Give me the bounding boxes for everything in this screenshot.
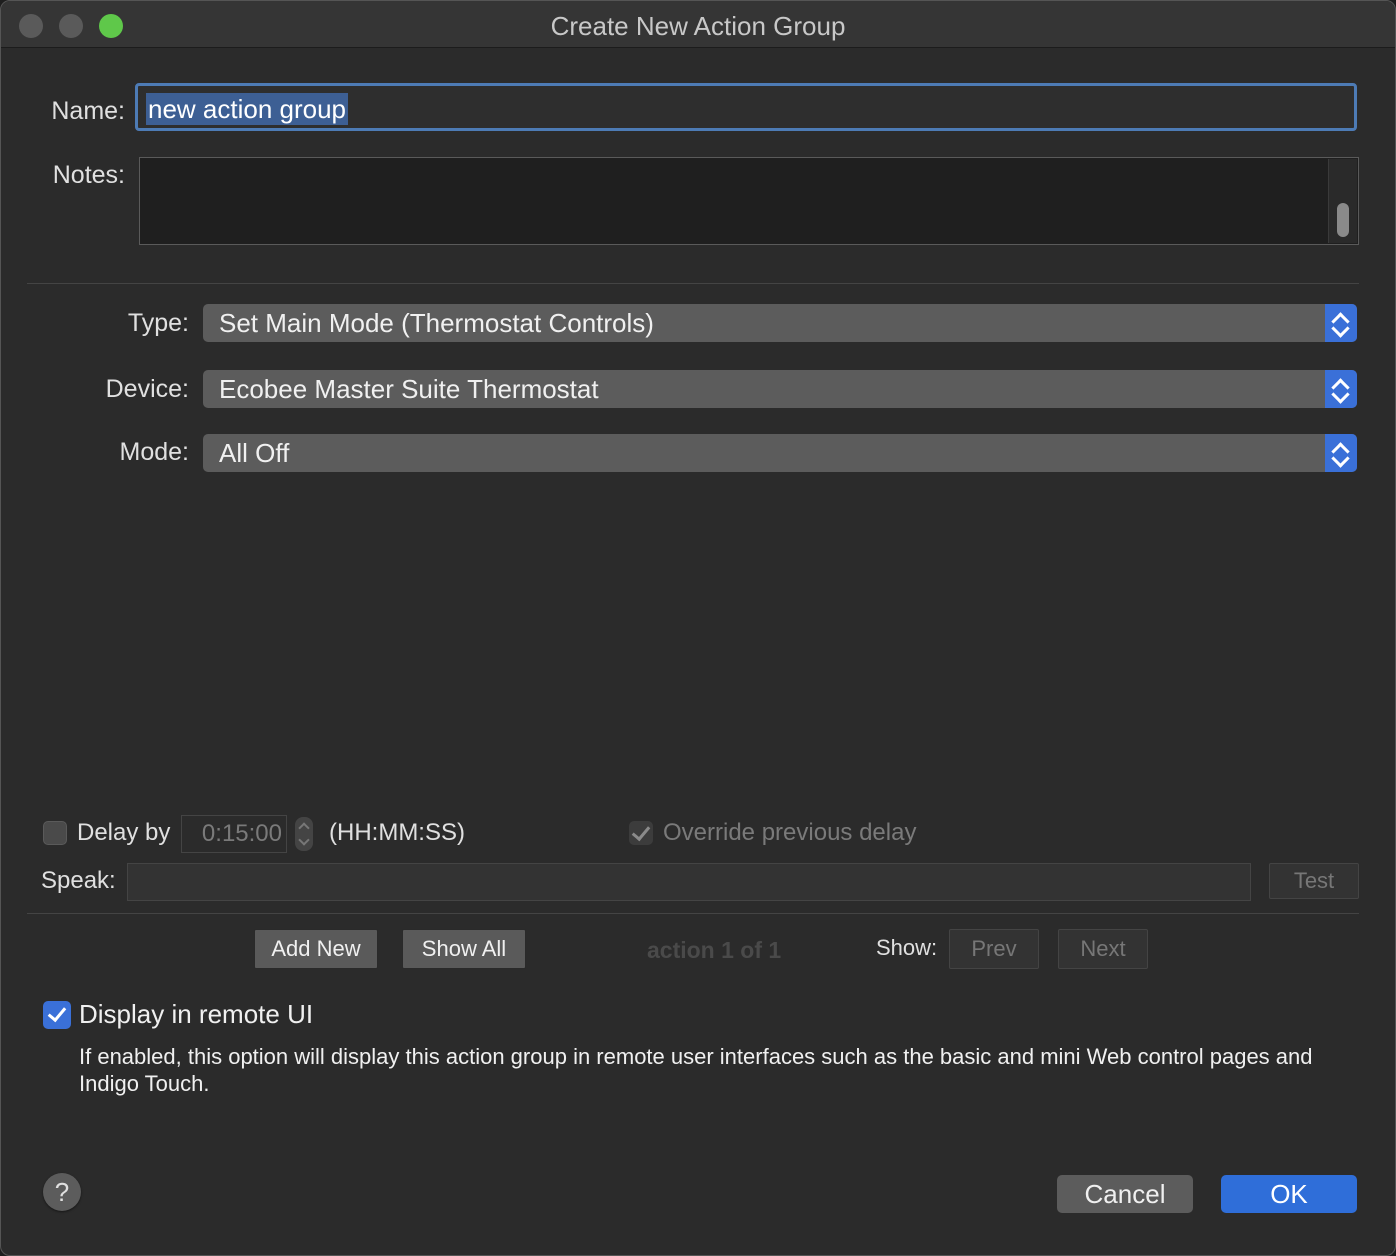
remote-ui-description: If enabled, this option will display thi… (79, 1044, 1313, 1096)
dialog-window: Create New Action Group Name: new action… (0, 0, 1396, 1256)
updown-chevron-icon (1325, 370, 1357, 408)
delay-label: Delay by (77, 819, 171, 846)
speak-label: Speak: (41, 867, 116, 894)
divider (27, 913, 1359, 914)
cancel-button[interactable]: Cancel (1057, 1175, 1193, 1213)
updown-chevron-icon (1325, 434, 1357, 472)
delay-unit-label: (HH:MM:SS) (329, 819, 465, 846)
title-bar: Create New Action Group (1, 1, 1395, 48)
ok-button[interactable]: OK (1221, 1175, 1357, 1213)
mode-select[interactable]: All Off (203, 434, 1357, 472)
name-selected-text: new action group (146, 93, 349, 125)
notes-scrollbar[interactable] (1328, 159, 1357, 243)
next-action-button[interactable]: Next (1058, 929, 1148, 969)
delay-time-input[interactable] (181, 815, 287, 853)
show-label: Show: (876, 935, 938, 960)
override-delay-label: Override previous delay (663, 819, 917, 846)
checkmark-icon (631, 821, 651, 842)
updown-chevron-icon (1325, 304, 1357, 342)
notes-textarea[interactable] (139, 157, 1359, 245)
type-select[interactable]: Set Main Mode (Thermostat Controls) (203, 304, 1357, 342)
prev-action-button[interactable]: Prev (949, 929, 1039, 969)
divider (27, 283, 1359, 284)
device-label: Device: (105, 375, 189, 403)
type-label: Type: (127, 309, 189, 337)
display-remote-ui-checkbox[interactable] (43, 1001, 71, 1029)
speak-input[interactable] (127, 863, 1251, 901)
notes-label: Notes: (52, 161, 125, 189)
mode-label: Mode: (119, 438, 189, 466)
window-title: Create New Action Group (550, 11, 846, 41)
show-all-actions-button[interactable]: Show All (402, 929, 526, 969)
delay-stepper[interactable] (295, 817, 313, 851)
delay-checkbox[interactable] (43, 821, 67, 845)
type-select-value: Set Main Mode (Thermostat Controls) (219, 308, 654, 338)
device-select[interactable]: Ecobee Master Suite Thermostat (203, 370, 1357, 408)
action-counter: action 1 of 1 (647, 937, 782, 963)
test-button[interactable]: Test (1269, 863, 1359, 899)
name-label: Name: (51, 97, 125, 125)
add-new-action-button[interactable]: Add New (254, 929, 378, 969)
checkmark-icon (47, 1002, 67, 1023)
notes-scroll-thumb[interactable] (1337, 203, 1349, 237)
mode-select-value: All Off (219, 438, 290, 468)
override-delay-checkbox[interactable] (629, 821, 653, 845)
display-remote-ui-label: Display in remote UI (79, 999, 314, 1029)
device-select-value: Ecobee Master Suite Thermostat (219, 374, 599, 404)
help-button[interactable]: ? (43, 1173, 81, 1211)
